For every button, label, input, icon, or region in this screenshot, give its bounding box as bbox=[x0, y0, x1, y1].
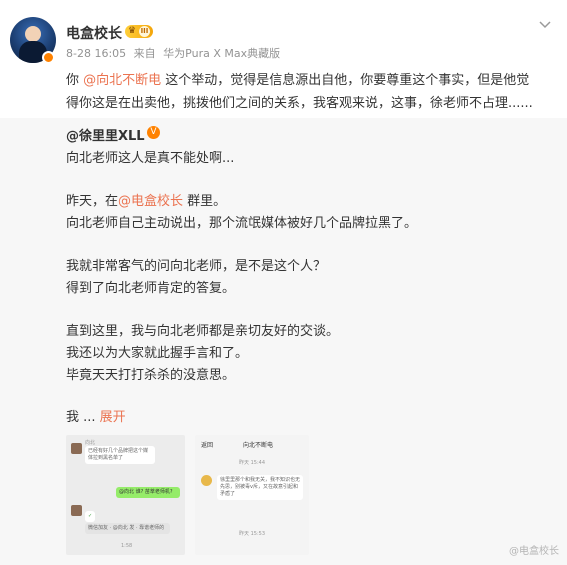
check-icon: ✓ bbox=[85, 511, 96, 522]
chat-bubble: 徐里里那个和我无关，我不知识也无先思，别被毒v斥，又在故意引起和矛盾了 bbox=[217, 475, 303, 500]
chat-time: 昨天 15:44 bbox=[239, 460, 265, 466]
back-label: 返回 bbox=[201, 442, 214, 449]
repost-line: 毕竟天天打打杀杀的没意思。 bbox=[66, 368, 236, 383]
repost-line: 我就非常客气的问向北老师，是不是这个人？ bbox=[66, 259, 327, 274]
username[interactable]: 电盒校长 bbox=[66, 23, 122, 43]
verified-badge-icon bbox=[42, 51, 55, 64]
chat-time: 1:58 bbox=[121, 543, 133, 549]
repost-author[interactable]: @徐里里XLL bbox=[66, 125, 145, 144]
post-meta: 8-28 16:05 来自 华为Pura X Max典藏版 bbox=[66, 45, 284, 61]
post-text-line1: 这个举动，觉得是信息源出自他，你要尊重这个事实，但是他觉 bbox=[161, 73, 530, 88]
repost-line: 得到了向北老师肯定的答复。 bbox=[66, 281, 236, 296]
post-text-line2: 得你这是在出卖他，挑拨他们之间的关系，我客观来说，这事，徐老师不占理...... bbox=[66, 96, 533, 111]
repost-line: 我还以为大家就此握手言和了。 bbox=[66, 346, 249, 361]
avatar-face bbox=[25, 26, 41, 42]
chat-sender: 向北 bbox=[85, 440, 96, 446]
repost-line: 昨天，在@电盒校长 群里。 bbox=[66, 190, 226, 209]
chat-avatar bbox=[71, 505, 82, 516]
repost-line: 我 ... 展开 bbox=[66, 406, 126, 425]
image-thumbnail[interactable]: 返回 向北不断电 昨天 15:44 徐里里那个和我无关，我不知识也无先思，别被毒… bbox=[195, 435, 309, 555]
watermark: @电盒校长 bbox=[509, 546, 559, 557]
repost-line: 向北老师这人是真不能处啊... bbox=[66, 151, 235, 166]
post-text: 你 @向北不断电 这个举动，觉得是信息源出自他，你要尊重这个事实，但是他觉 得你… bbox=[66, 69, 556, 115]
mention-link[interactable]: @向北不断电 bbox=[83, 73, 161, 88]
mention-link[interactable]: @电盒校长 bbox=[118, 194, 183, 209]
post-text-prefix: 你 bbox=[66, 73, 84, 88]
image-thumbnail[interactable]: 向北 已经有好几个品牌把这个媒体拉到黑名单了 @向北 谁? 苗萃老师机? ✓ 微… bbox=[66, 435, 185, 555]
chat-avatar bbox=[71, 443, 82, 454]
source-prefix: 来自 bbox=[133, 47, 156, 60]
repost-line-text: 昨天，在 bbox=[66, 194, 119, 209]
chat-avatar bbox=[201, 475, 212, 486]
crown-badge-icon: ♛ III bbox=[125, 25, 153, 38]
repost-card[interactable]: @徐里里XLL V 向北老师这人是真不能处啊... 昨天，在@电盒校长 群里。 … bbox=[0, 118, 567, 565]
repost-line-text: 我 ... bbox=[66, 410, 100, 425]
chat-bubble: 已经有好几个品牌把这个媒体拉到黑名单了 bbox=[85, 446, 155, 464]
chat-title: 向北不断电 bbox=[243, 442, 274, 449]
repost-line: 向北老师自己主动说出，那个流氓媒体被好几个品牌拉黑了。 bbox=[66, 216, 418, 231]
expand-link[interactable]: 展开 bbox=[100, 410, 126, 425]
weibo-post: 电盒校长 ♛ III 8-28 16:05 来自 华为Pura X Max典藏版 … bbox=[0, 0, 567, 565]
verified-v-icon: V bbox=[147, 126, 160, 139]
chat-reply-bubble: @向北 谁? 苗萃老师机? bbox=[116, 487, 180, 498]
post-date[interactable]: 8-28 16:05 bbox=[66, 47, 126, 60]
repost-line: 直到这里，我与向北老师都是亲切友好的交谈。 bbox=[66, 324, 340, 339]
chat-system-note: 微信加友 · @向北 发 · 靠谱老师的 bbox=[85, 523, 170, 534]
chat-time: 昨天 15:53 bbox=[239, 531, 265, 537]
badge-level: III bbox=[139, 26, 150, 37]
chevron-down-icon[interactable] bbox=[539, 19, 551, 31]
repost-line-text: 群里。 bbox=[183, 194, 227, 209]
device-name: 华为Pura X Max典藏版 bbox=[163, 47, 281, 60]
